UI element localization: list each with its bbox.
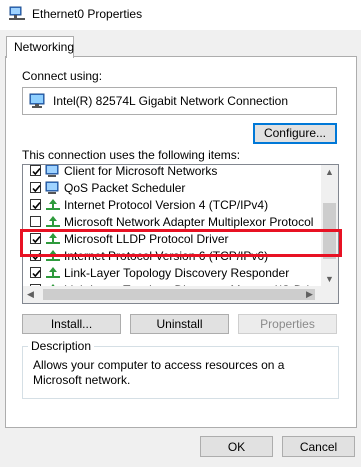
adapter-box: Intel(R) 82574L Gigabit Network Connecti… [22,87,337,115]
item-label: Microsoft Network Adapter Multiplexor Pr… [64,215,314,229]
network-protocol-icon [46,250,60,261]
uninstall-button[interactable]: Uninstall [130,314,229,334]
properties-button[interactable]: Properties [238,314,337,334]
vertical-scrollbar[interactable]: ▲ ▼ [321,165,338,286]
network-protocol-icon [46,267,60,278]
item-checkbox[interactable] [30,250,41,261]
item-label: Link-Layer Topology Discovery Responder [64,266,290,280]
ok-button[interactable]: OK [200,436,273,457]
horizontal-scroll-thumb[interactable] [43,289,315,300]
install-button[interactable]: Install... [22,314,121,334]
items-list[interactable]: Client for Microsoft Networks QoS Packet … [22,164,339,304]
network-icon [9,6,25,20]
list-item[interactable]: QoS Packet Scheduler [23,179,323,196]
tab-networking-label: Networking [14,40,75,54]
scroll-right-icon[interactable]: ▶ [306,290,313,299]
adapter-name: Intel(R) 82574L Gigabit Network Connecti… [53,94,289,108]
properties-dialog: Ethernet0 Properties Networking Connect … [0,0,361,467]
cancel-button[interactable]: Cancel [282,436,355,457]
item-label: Internet Protocol Version 4 (TCP/IPv4) [64,198,269,212]
vertical-scroll-thumb[interactable] [323,203,336,259]
configure-button[interactable]: Configure... [253,123,337,144]
network-client-icon [45,165,59,177]
item-checkbox[interactable] [30,199,41,210]
list-item[interactable]: Microsoft LLDP Protocol Driver [23,230,323,247]
tab-networking[interactable]: Networking [6,36,74,58]
item-label: QoS Packet Scheduler [64,181,186,195]
list-item[interactable]: Microsoft Network Adapter Multiplexor Pr… [23,213,323,230]
item-checkbox[interactable] [30,216,41,227]
scroll-left-icon[interactable]: ◀ [27,290,34,299]
network-protocol-icon [46,199,60,210]
horizontal-scrollbar[interactable]: ◀ ▶ [23,286,338,303]
list-item[interactable]: Internet Protocol Version 4 (TCP/IPv4) [23,196,323,213]
item-checkbox[interactable] [30,165,41,176]
description-text: Allows your computer to access resources… [33,358,285,387]
list-item[interactable]: Internet Protocol Version 6 (TCP/IPv6) [23,247,323,264]
item-label: Client for Microsoft Networks [64,164,218,178]
list-item[interactable]: Link-Layer Topology Discovery Responder [23,264,323,281]
scroll-up-icon[interactable]: ▲ [325,168,334,177]
scroll-corner [321,286,338,303]
item-checkbox[interactable] [30,182,41,193]
connect-using-label: Connect using: [22,69,103,83]
item-checkbox[interactable] [30,267,41,278]
network-protocol-icon [46,233,60,244]
network-adapter-icon [29,93,45,108]
title-bar: Ethernet0 Properties [0,0,361,30]
description-title: Description [28,339,95,353]
network-protocol-icon [46,216,60,227]
items-label: This connection uses the following items… [22,148,241,162]
item-label: Microsoft LLDP Protocol Driver [64,232,229,246]
item-checkbox[interactable] [30,233,41,244]
scroll-down-icon[interactable]: ▼ [325,275,334,284]
network-service-icon [45,181,59,194]
list-item[interactable]: Client for Microsoft Networks [23,164,323,179]
window-title: Ethernet0 Properties [32,7,143,21]
item-label: Internet Protocol Version 6 (TCP/IPv6) [64,249,269,263]
